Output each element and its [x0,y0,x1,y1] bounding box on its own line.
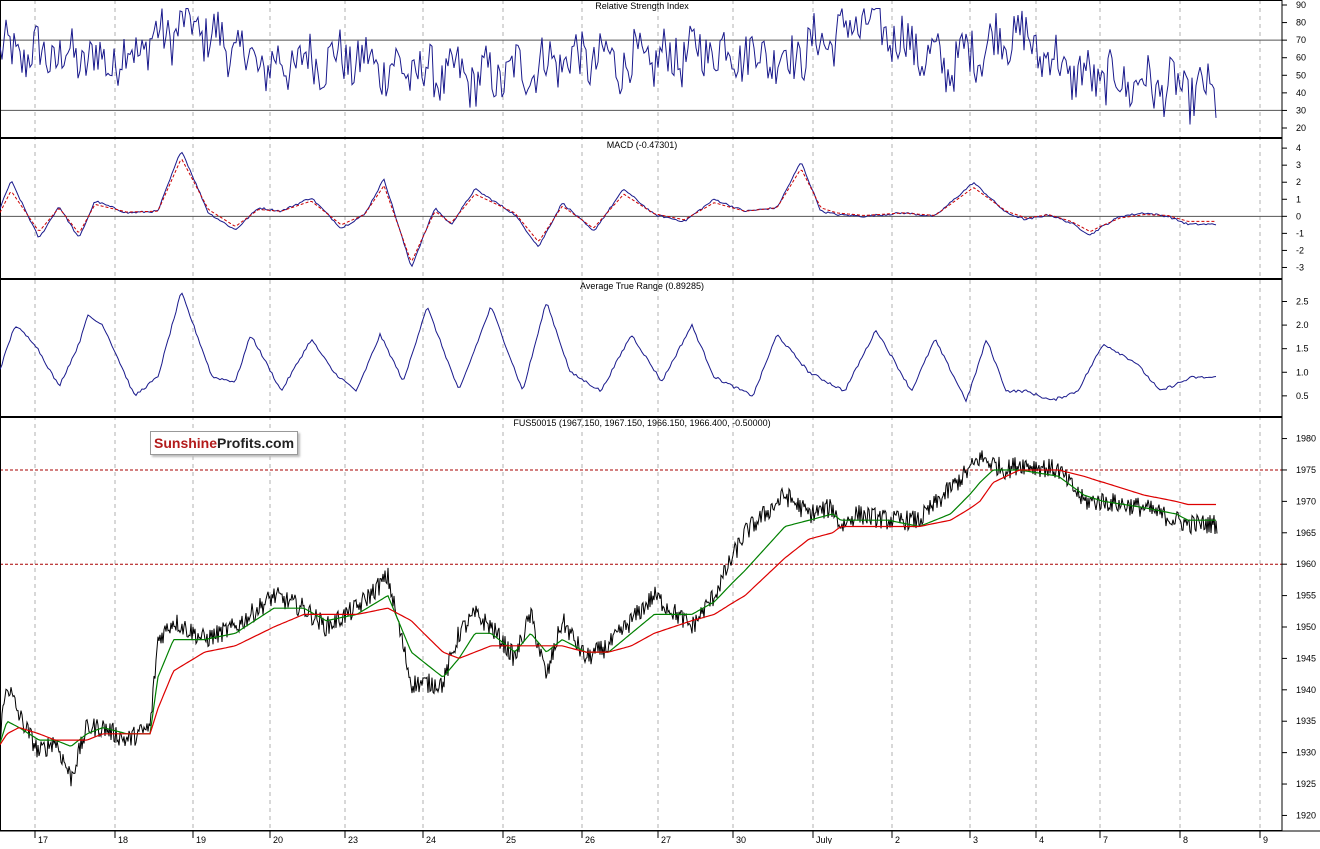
macd-y-tick-label: 3 [1296,160,1301,170]
x-tick-label: July [816,835,833,844]
price-y-tick-label: 1965 [1296,528,1316,538]
atr-y-tick-label: 2.0 [1296,320,1309,330]
macd-y-tick-label: -2 [1296,245,1304,255]
rsi-y-tick-label: 50 [1296,70,1306,80]
macd-y-tick-label: 2 [1296,177,1301,187]
macd-title: MACD (-0.47301) [607,140,678,150]
atr-y-tick-label: 1.5 [1296,344,1309,354]
atr-y-tick-label: 1.0 [1296,367,1309,377]
price-y-tick-label: 1920 [1296,810,1316,820]
price-y-tick-label: 1935 [1296,716,1316,726]
price-y-tick-label: 1970 [1296,496,1316,506]
macd-y-tick-label: -1 [1296,228,1304,238]
x-tick-label: 19 [196,835,206,844]
macd-y-tick-label: 0 [1296,211,1301,221]
price-y-tick-label: 1945 [1296,653,1316,663]
x-tick-label: 23 [348,835,358,844]
rsi-title: Relative Strength Index [595,1,689,11]
price-y-tick-label: 1955 [1296,591,1316,601]
chart-svg: 17 18 19 20 23 24 25 26 27 30 July 2 3 4 7 8 92030405060… [0,0,1320,845]
rsi-y-tick-label: 30 [1296,105,1306,115]
price-y-tick-label: 1930 [1296,748,1316,758]
x-tick-label: 7 [1103,835,1108,844]
x-tick-label: 8 [1183,835,1188,844]
price-y-tick-label: 1925 [1296,779,1316,789]
rsi-y-tick-label: 40 [1296,88,1306,98]
macd-y-tick-label: -3 [1296,262,1304,272]
x-tick-label: 18 [118,835,128,844]
logo-text-profits: Profits.com [217,435,295,451]
price-y-tick-label: 1960 [1296,559,1316,569]
macd-y-tick-label: 1 [1296,194,1301,204]
x-tick-label: 25 [506,835,516,844]
x-tick-label: 4 [1039,835,1044,844]
x-tick-label: 17 [38,835,48,844]
logo-text-sunshine: Sunshine [154,435,218,451]
x-tick-label: 30 [736,835,746,844]
atr-title: Average True Range (0.89285) [580,281,704,291]
rsi-y-tick-label: 90 [1296,0,1306,10]
x-tick-label: 24 [426,835,436,844]
price-y-tick-label: 1980 [1296,434,1316,444]
price-y-tick-label: 1975 [1296,465,1316,475]
price-title: FUS50015 (1967.150, 1967.150, 1966.150, … [513,418,770,428]
x-tick-label: 27 [661,835,671,844]
rsi-y-tick-label: 70 [1296,35,1306,45]
atr-y-tick-label: 0.5 [1296,391,1309,401]
x-tick-label: 3 [973,835,978,844]
rsi-y-tick-label: 80 [1296,18,1306,28]
x-tick-label: 9 [1263,835,1268,844]
price-y-tick-label: 1940 [1296,685,1316,695]
x-tick-label: 20 [273,835,283,844]
x-tick-label: 2 [895,835,900,844]
sunshine-profits-logo: SunshineProfits.com [150,431,298,455]
chart-area: 17 18 19 20 23 24 25 26 27 30 July 2 3 4 7 8 9 20 30 40 50 60… [0,0,1320,845]
atr-y-tick-label: 2.5 [1296,297,1309,307]
price-y-tick-label: 1950 [1296,622,1316,632]
macd-y-tick-label: 4 [1296,143,1301,153]
x-tick-label: 26 [585,835,595,844]
rsi-y-tick-label: 20 [1296,123,1306,133]
rsi-y-tick-label: 60 [1296,53,1306,63]
